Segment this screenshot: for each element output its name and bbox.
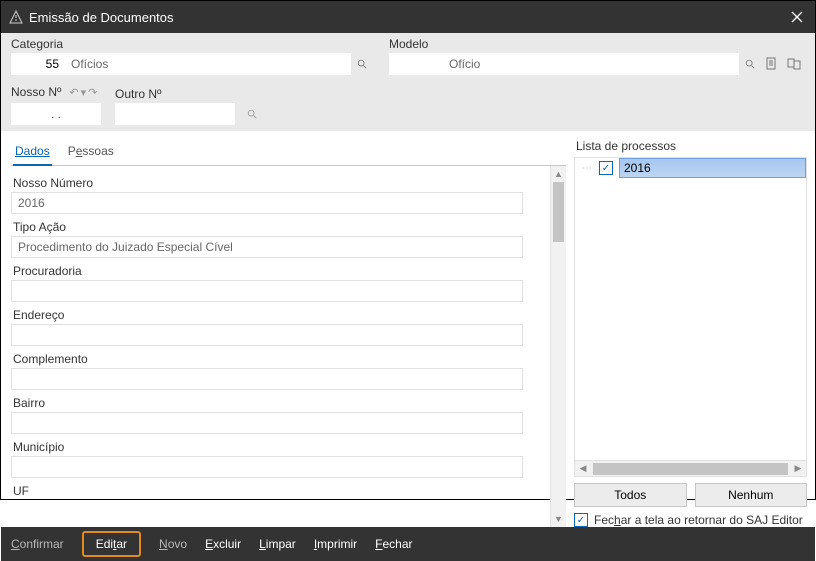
- modelo-search-button[interactable]: [739, 53, 761, 75]
- categoria-code-input[interactable]: [11, 53, 65, 75]
- redo-icon[interactable]: ↷: [88, 86, 97, 99]
- tipo-acao-field[interactable]: [11, 236, 523, 258]
- procuradoria-label: Procuradoria: [13, 264, 548, 278]
- categoria-name-input[interactable]: [65, 53, 351, 75]
- list-item-checkbox[interactable]: [599, 161, 613, 175]
- novo-action[interactable]: Novo: [159, 537, 187, 551]
- limpar-action[interactable]: Limpar: [259, 537, 296, 551]
- modelo-name-input[interactable]: [443, 53, 739, 75]
- form-scrollbar[interactable]: ▲ ▼: [550, 166, 566, 527]
- modelo-label: Modelo: [389, 37, 805, 51]
- editar-action[interactable]: Editar: [82, 531, 141, 557]
- categoria-label: Categoria: [11, 37, 373, 51]
- modelo-document-icon[interactable]: [761, 53, 783, 75]
- municipio-field[interactable]: [11, 456, 523, 478]
- bairro-label: Bairro: [13, 396, 548, 410]
- tree-connector-icon: ⋯: [575, 163, 599, 174]
- scroll-up-icon[interactable]: ▲: [551, 166, 566, 182]
- excluir-action[interactable]: Excluir: [205, 537, 241, 551]
- modelo-code-input[interactable]: [389, 53, 443, 75]
- close-on-return-option[interactable]: Fechar a tela ao retornar do SAJ Editor: [574, 513, 807, 527]
- complemento-label: Complemento: [13, 352, 548, 366]
- modelo-action-icon[interactable]: [783, 53, 805, 75]
- nav-icons: ↶ ▾ ↷: [67, 81, 99, 103]
- nosso-numero-label: Nosso Número: [13, 176, 548, 190]
- endereco-label: Endereço: [13, 308, 548, 322]
- tab-dados[interactable]: Dados: [13, 140, 52, 166]
- tab-bar: Dados Pessoas: [11, 139, 566, 166]
- action-bar: Confirmar Editar Novo Excluir Limpar Imp…: [1, 527, 815, 561]
- municipio-label: Município: [13, 440, 548, 454]
- imprimir-action[interactable]: Imprimir: [314, 537, 357, 551]
- list-hscroll[interactable]: ◀ ▶: [575, 460, 806, 476]
- title-bar: Emissão de Documentos: [1, 1, 815, 33]
- scroll-down-icon[interactable]: ▼: [551, 511, 566, 527]
- scroll-left-icon[interactable]: ◀: [575, 463, 591, 474]
- endereco-field[interactable]: [11, 324, 523, 346]
- procuradoria-field[interactable]: [11, 280, 523, 302]
- window-title: Emissão de Documentos: [29, 10, 787, 25]
- close-icon[interactable]: [787, 11, 807, 23]
- scroll-right-icon[interactable]: ▶: [790, 463, 806, 474]
- outro-search-button[interactable]: [241, 103, 263, 125]
- nosso-input[interactable]: [11, 103, 101, 125]
- hscroll-thumb[interactable]: [593, 463, 788, 475]
- todos-button[interactable]: Todos: [574, 483, 687, 507]
- bairro-field[interactable]: [11, 412, 523, 434]
- filter-bar: Categoria Modelo: [1, 33, 815, 131]
- nenhum-button[interactable]: Nenhum: [695, 483, 808, 507]
- form-area: Nosso Número Tipo Ação Procuradoria Ende…: [11, 166, 550, 527]
- process-list-header: Lista de processos: [576, 139, 807, 153]
- nosso-numero-field[interactable]: [11, 192, 523, 214]
- complemento-field[interactable]: [11, 368, 523, 390]
- fechar-action[interactable]: Fechar: [375, 537, 412, 551]
- nosso-label: Nosso Nº: [11, 85, 61, 99]
- uf-label: UF: [13, 484, 548, 498]
- undo-icon[interactable]: ↶: [69, 86, 78, 99]
- outro-label: Outro Nº: [115, 87, 235, 101]
- process-list: ⋯ 2016 ◀ ▶: [574, 157, 807, 477]
- scroll-thumb[interactable]: [553, 182, 564, 242]
- tab-pessoas[interactable]: Pessoas: [66, 140, 116, 166]
- close-on-return-checkbox[interactable]: [574, 513, 588, 527]
- list-item-label: 2016: [619, 158, 806, 178]
- list-item[interactable]: ⋯ 2016: [575, 158, 806, 178]
- categoria-search-button[interactable]: [351, 53, 373, 75]
- outro-input[interactable]: [115, 103, 235, 125]
- tipo-acao-label: Tipo Ação: [13, 220, 548, 234]
- dropdown-icon[interactable]: ▾: [81, 86, 87, 99]
- confirmar-action[interactable]: Confirmar: [11, 537, 64, 551]
- app-icon: [9, 10, 23, 24]
